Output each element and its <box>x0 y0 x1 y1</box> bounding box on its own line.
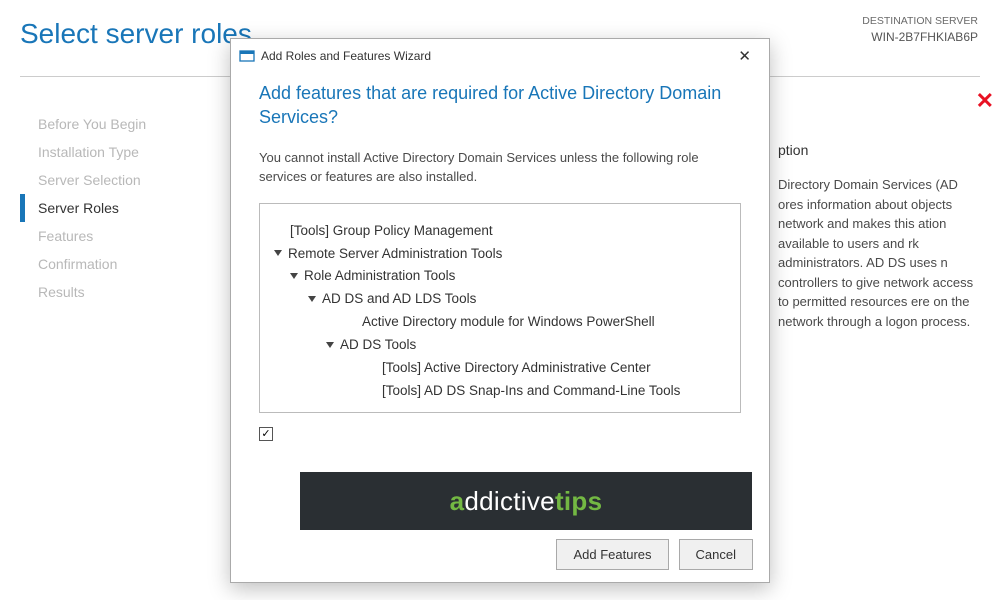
tree-item: Active Directory module for Windows Powe… <box>274 311 726 334</box>
caret-down-icon <box>290 273 298 279</box>
destination-name: WIN-2B7FHKIAB6P <box>862 29 978 46</box>
include-mgmt-tools-row[interactable]: ✓ <box>231 413 769 441</box>
sidebar-item-features[interactable]: Features <box>20 222 220 250</box>
dialog-heading: Add features that are required for Activ… <box>259 81 741 130</box>
cancel-button[interactable]: Cancel <box>679 539 753 570</box>
wizard-icon <box>239 48 255 64</box>
dialog-close-icon[interactable]: ✕ <box>728 43 761 69</box>
feature-tree: [Tools] Group Policy Management Remote S… <box>259 203 741 413</box>
caret-down-icon <box>308 296 316 302</box>
tree-item: [Tools] Group Policy Management <box>274 220 726 243</box>
caret-down-icon <box>326 342 334 348</box>
watermark-logo: addictivetips <box>300 472 752 530</box>
page-close-icon[interactable]: ✕ <box>976 88 994 114</box>
sidebar-item-confirmation[interactable]: Confirmation <box>20 250 220 278</box>
sidebar-item-server-selection[interactable]: Server Selection <box>20 166 220 194</box>
page-title: Select server roles <box>20 18 252 50</box>
tree-item: [Tools] Active Directory Administrative … <box>274 357 726 380</box>
watermark-part3: tips <box>555 486 602 517</box>
destination-label: DESTINATION SERVER <box>862 14 978 29</box>
dialog-title: Add Roles and Features Wizard <box>261 49 431 63</box>
tree-item: AD DS and AD LDS Tools <box>274 288 726 311</box>
description-body: Directory Domain Services (AD ores infor… <box>778 175 978 331</box>
dialog-titlebar: Add Roles and Features Wizard ✕ <box>231 39 769 73</box>
watermark-part2: ddictive <box>464 486 555 517</box>
destination-server: DESTINATION SERVER WIN-2B7FHKIAB6P <box>862 14 978 45</box>
sidebar-item-results[interactable]: Results <box>20 278 220 306</box>
tree-item: AD DS Tools <box>274 334 726 357</box>
add-features-button[interactable]: Add Features <box>556 539 668 570</box>
watermark-part1: a <box>450 486 465 517</box>
tree-item: Remote Server Administration Tools <box>274 243 726 266</box>
description-title: ption <box>778 140 978 161</box>
sidebar-item-server-roles[interactable]: Server Roles <box>20 194 220 222</box>
dialog-subtext: You cannot install Active Directory Doma… <box>259 148 741 187</box>
description-panel: ption Directory Domain Services (AD ores… <box>778 140 978 331</box>
sidebar-item-before-you-begin[interactable]: Before You Begin <box>20 110 220 138</box>
dialog-buttons: Add Features Cancel <box>556 539 753 570</box>
sidebar-item-installation-type[interactable]: Installation Type <box>20 138 220 166</box>
caret-down-icon <box>274 250 282 256</box>
dialog-body: Add features that are required for Activ… <box>231 73 769 413</box>
tree-item: [Tools] AD DS Snap-Ins and Command-Line … <box>274 380 726 403</box>
sidebar: Before You Begin Installation Type Serve… <box>20 110 220 306</box>
checkbox-icon[interactable]: ✓ <box>259 427 273 441</box>
tree-item: Role Administration Tools <box>274 265 726 288</box>
